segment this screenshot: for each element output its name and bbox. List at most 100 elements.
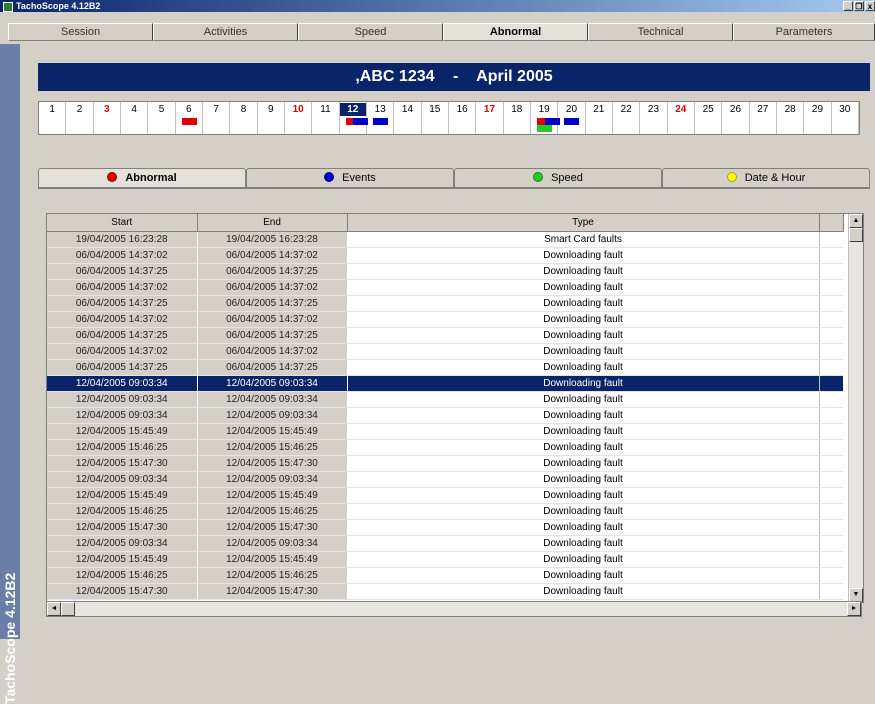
scroll-left-button[interactable]: ◄ [47, 602, 61, 616]
day-cell[interactable]: 7 [203, 102, 231, 134]
day-cell[interactable]: 28 [777, 102, 805, 134]
day-cell[interactable]: 18 [504, 102, 531, 134]
day-cell[interactable]: 16 [449, 102, 477, 134]
day-number: 28 [784, 104, 796, 115]
scroll-right-button[interactable]: ► [847, 602, 861, 616]
day-cell[interactable]: 30 [832, 102, 859, 134]
day-cell[interactable]: 23 [640, 102, 668, 134]
table-row[interactable]: 06/04/2005 14:37:25 06/04/2005 14:37:25 Do… [47, 359, 843, 376]
row-spacer [818, 487, 843, 504]
vehicle-registration: ,ABC 1234 [355, 68, 435, 85]
type-cell: Downloading fault [346, 343, 819, 360]
day-cell[interactable]: 6 [176, 102, 203, 134]
table-row[interactable]: 12/04/2005 09:03:34 12/04/2005 09:03:34 Do… [47, 407, 843, 424]
day-cell[interactable]: 14 [394, 102, 422, 134]
table-row[interactable]: 06/04/2005 14:37:25 06/04/2005 14:37:25 Do… [47, 327, 843, 344]
type-cell: Downloading fault [346, 279, 819, 296]
end-cell: 12/04/2005 15:46:25 [197, 503, 348, 520]
table-row[interactable]: 19/04/2005 16:23:28 19/04/2005 16:23:28 Sm… [47, 231, 843, 248]
end-cell: 06/04/2005 14:37:02 [197, 311, 348, 328]
minimize-button[interactable]: _ [843, 1, 853, 11]
tab-technical[interactable]: Technical [588, 23, 733, 41]
subtab-label: Date & Hour [744, 172, 806, 184]
table-row[interactable]: 06/04/2005 14:37:25 06/04/2005 14:37:25 Do… [47, 295, 843, 312]
day-cell[interactable]: 12 [339, 102, 369, 134]
day-cell[interactable]: 29 [804, 102, 832, 134]
column-header-start[interactable]: Start [47, 214, 198, 232]
day-cell[interactable]: 9 [258, 102, 285, 134]
table-row[interactable]: 12/04/2005 15:47:30 12/04/2005 15:47:30 Do… [47, 583, 843, 600]
restore-button[interactable]: ❐ [854, 1, 864, 11]
table-row[interactable]: 06/04/2005 14:37:02 06/04/2005 14:37:02 Do… [47, 279, 843, 296]
table-row[interactable]: 12/04/2005 15:45:49 12/04/2005 15:45:49 Do… [47, 551, 843, 568]
scroll-down-button[interactable]: ▼ [849, 588, 863, 602]
day-cell[interactable]: 17 [476, 102, 504, 134]
vertical-scroll-thumb[interactable] [849, 228, 863, 242]
table-row[interactable]: 06/04/2005 14:37:02 06/04/2005 14:37:02 Do… [47, 343, 843, 360]
table-row[interactable]: 06/04/2005 14:37:02 06/04/2005 14:37:02 Do… [47, 247, 843, 264]
table-row[interactable]: 12/04/2005 15:45:49 12/04/2005 15:45:49 Do… [47, 423, 843, 440]
table-row[interactable]: 06/04/2005 14:37:25 06/04/2005 14:37:25 Do… [47, 263, 843, 280]
day-cell[interactable]: 4 [121, 102, 149, 134]
table-row[interactable]: 12/04/2005 15:45:49 12/04/2005 15:45:49 Do… [47, 487, 843, 504]
day-number: 6 [186, 104, 192, 115]
day-number: 8 [240, 104, 247, 115]
type-cell: Downloading fault [346, 327, 819, 344]
end-cell: 12/04/2005 15:47:30 [197, 583, 348, 600]
table-row[interactable]: 12/04/2005 09:03:34 12/04/2005 09:03:34 Do… [47, 535, 843, 552]
day-cell[interactable]: 20 [558, 102, 586, 134]
table-row[interactable]: 12/04/2005 15:47:30 12/04/2005 15:47:30 Do… [47, 519, 843, 536]
day-cell[interactable]: 3 [94, 102, 121, 134]
tab-session[interactable]: Session [8, 23, 153, 41]
day-number: 4 [131, 104, 137, 115]
subtab-abnormal[interactable]: Abnormal [38, 168, 246, 188]
start-cell: 12/04/2005 15:45:49 [47, 551, 198, 568]
day-cell[interactable]: 15 [422, 102, 449, 134]
subtab-events[interactable]: Events [246, 168, 454, 188]
tab-abnormal[interactable]: Abnormal [443, 23, 588, 41]
scroll-up-button[interactable]: ▲ [849, 214, 863, 228]
day-cell[interactable]: 8 [230, 102, 258, 134]
subtab-date-hour[interactable]: Date & Hour [662, 168, 870, 188]
vertical-scrollbar[interactable]: ▲ ▼ [848, 214, 863, 602]
column-header-type[interactable]: Type [347, 214, 820, 232]
day-cell[interactable]: 13 [367, 102, 395, 134]
day-cell[interactable]: 24 [668, 102, 695, 134]
horizontal-scroll-thumb[interactable] [61, 602, 75, 616]
row-spacer [818, 583, 843, 600]
end-cell: 06/04/2005 14:37:25 [197, 327, 348, 344]
day-cell[interactable]: 19 [531, 102, 560, 134]
table-row[interactable]: 12/04/2005 09:03:34 12/04/2005 09:03:34 Do… [47, 375, 843, 392]
horizontal-scrollbar[interactable]: ◄ ► [46, 601, 862, 617]
day-cell[interactable]: 11 [312, 102, 340, 134]
day-event-marker [564, 118, 580, 125]
day-cell[interactable]: 1 [39, 102, 67, 134]
table-row[interactable]: 12/04/2005 09:03:34 12/04/2005 09:03:34 Do… [47, 391, 843, 408]
main-tab-bar: Session Activities Speed Abnormal Techni… [8, 23, 875, 41]
day-cell[interactable]: 27 [750, 102, 777, 134]
day-cell[interactable]: 26 [722, 102, 750, 134]
row-spacer [818, 439, 843, 456]
day-cell[interactable]: 10 [285, 102, 313, 134]
table-row[interactable]: 12/04/2005 15:47:30 12/04/2005 15:47:30 Do… [47, 455, 843, 472]
tab-parameters[interactable]: Parameters [733, 23, 875, 41]
day-cell[interactable]: 22 [613, 102, 641, 134]
day-cell[interactable]: 21 [586, 102, 613, 134]
day-number: 5 [158, 104, 165, 115]
day-number: 24 [675, 104, 687, 115]
tab-activities[interactable]: Activities [153, 23, 298, 41]
start-cell: 19/04/2005 16:23:28 [47, 231, 198, 248]
day-cell[interactable]: 5 [148, 102, 176, 134]
table-row[interactable]: 12/04/2005 15:46:25 12/04/2005 15:46:25 Do… [47, 567, 843, 584]
subtab-speed[interactable]: Speed [454, 168, 662, 188]
table-row[interactable]: 12/04/2005 15:46:25 12/04/2005 15:46:25 Do… [47, 503, 843, 520]
day-cell[interactable]: 25 [695, 102, 723, 134]
table-row[interactable]: 06/04/2005 14:37:02 06/04/2005 14:37:02 Do… [47, 311, 843, 328]
column-header-end[interactable]: End [197, 214, 348, 232]
table-row[interactable]: 12/04/2005 09:03:34 12/04/2005 09:03:34 Do… [47, 471, 843, 488]
day-cell[interactable]: 2 [66, 102, 94, 134]
close-button[interactable]: x [865, 1, 875, 11]
abnormal-sub-tab-bar: Abnormal Events Speed Date & Hour [38, 168, 870, 188]
table-row[interactable]: 12/04/2005 15:46:25 12/04/2005 15:46:25 Do… [47, 439, 843, 456]
tab-speed[interactable]: Speed [298, 23, 443, 41]
